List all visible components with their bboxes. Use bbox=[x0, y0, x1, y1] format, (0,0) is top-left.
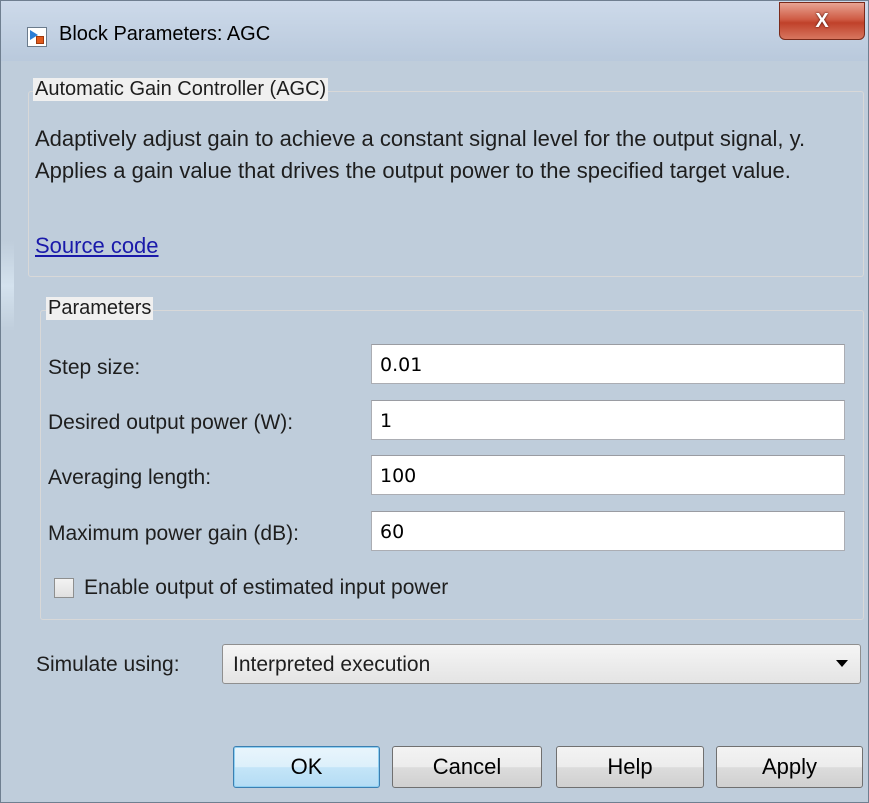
maximum-power-gain-label: Maximum power gain (dB): bbox=[48, 522, 299, 545]
block-description: Adaptively adjust gain to achieve a cons… bbox=[35, 126, 806, 183]
desired-output-power-input[interactable]: 1 bbox=[371, 400, 845, 440]
step-size-input[interactable]: 0.01 bbox=[371, 344, 845, 384]
parameters-group-title: Parameters bbox=[46, 297, 154, 320]
close-button[interactable]: X bbox=[779, 2, 865, 40]
title-bar[interactable]: Block Parameters: AGC X bbox=[1, 1, 868, 61]
dialog-window: Block Parameters: AGC X Automatic Gain C… bbox=[0, 0, 869, 803]
desired-output-power-label: Desired output power (W): bbox=[48, 411, 294, 434]
enable-output-checkbox[interactable] bbox=[54, 578, 74, 598]
maximum-power-gain-input[interactable]: 60 bbox=[371, 511, 845, 551]
apply-button[interactable]: Apply bbox=[716, 746, 863, 788]
averaging-length-label: Averaging length: bbox=[48, 466, 212, 489]
description-group-title: Automatic Gain Controller (AGC) bbox=[33, 78, 329, 101]
close-icon: X bbox=[815, 9, 829, 32]
enable-output-checkbox-label[interactable]: Enable output of estimated input power bbox=[84, 576, 448, 600]
simulink-block-icon bbox=[27, 27, 47, 47]
window-title: Block Parameters: AGC bbox=[59, 23, 271, 45]
source-code-link[interactable]: Source code bbox=[35, 233, 159, 259]
help-button[interactable]: Help bbox=[556, 746, 704, 788]
chevron-down-icon[interactable] bbox=[836, 660, 848, 667]
simulate-using-label: Simulate using: bbox=[36, 653, 180, 676]
ok-button[interactable]: OK bbox=[233, 746, 380, 788]
step-size-label: Step size: bbox=[48, 356, 141, 379]
cancel-button[interactable]: Cancel bbox=[392, 746, 542, 788]
averaging-length-input[interactable]: 100 bbox=[371, 455, 845, 495]
window-frame-highlight bbox=[1, 241, 14, 331]
simulate-using-select[interactable]: Interpreted execution bbox=[222, 644, 861, 684]
simulate-using-value: Interpreted execution bbox=[233, 653, 431, 676]
